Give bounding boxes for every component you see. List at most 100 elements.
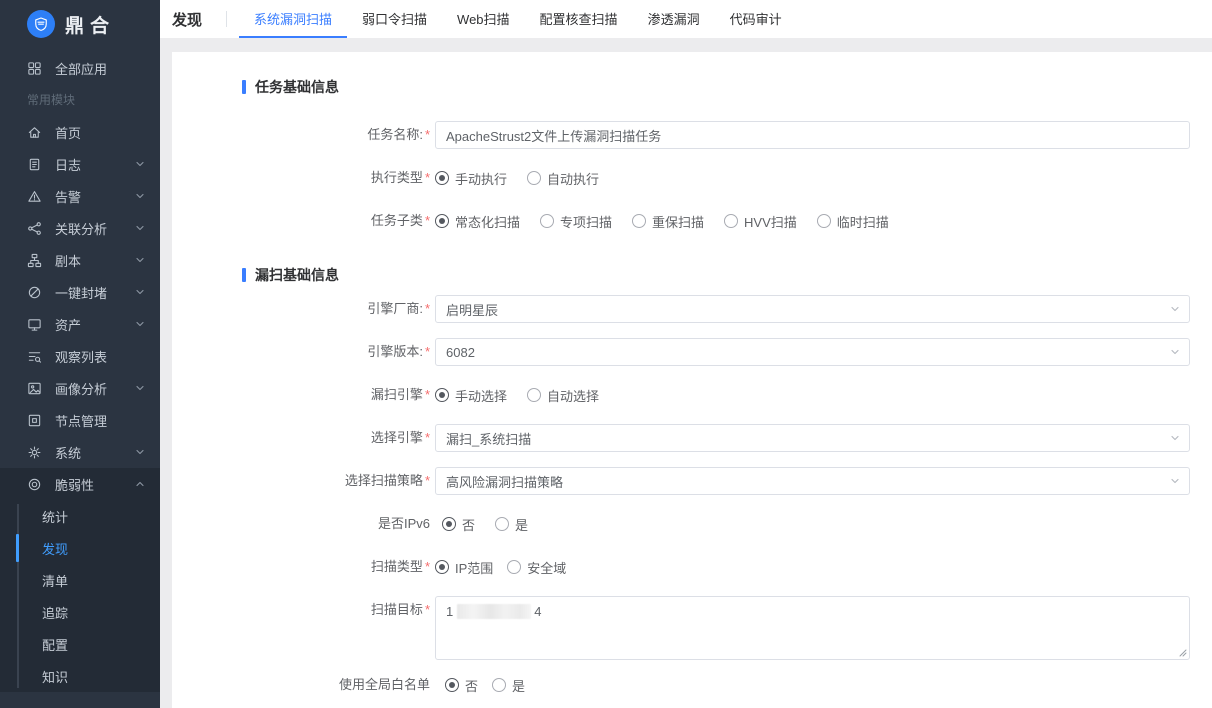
sidebar-item-inventory[interactable]: 清单	[0, 564, 160, 596]
required-asterisk: *	[425, 213, 430, 228]
field-label: 选择引擎*	[172, 424, 430, 452]
sidebar-item-alerts[interactable]: 告警	[0, 180, 160, 212]
sidebar-item-label: 脆弱性	[55, 475, 134, 494]
chevron-down-icon	[134, 382, 146, 394]
main-content: 任务基础信息 任务名称:* 执行类型* 手动执行 自动执行 任务子类* 常态化扫…	[160, 38, 1212, 708]
sidebar-item-node-management[interactable]: 节点管理	[0, 404, 160, 436]
section-task-basic-info: 任务基础信息	[242, 52, 1212, 97]
radio-hvv-scan[interactable]: HVV扫描	[724, 212, 797, 231]
block-icon	[27, 285, 42, 300]
row-task-name: 任务名称:*	[172, 121, 1212, 149]
tab-code-audit[interactable]: 代码审计	[715, 0, 797, 38]
radio-unselected-icon	[724, 214, 738, 228]
chevron-down-icon	[134, 318, 146, 330]
task-name-input[interactable]	[435, 121, 1190, 149]
required-asterisk: *	[425, 602, 430, 617]
radio-auto-exec[interactable]: 自动执行	[527, 169, 599, 188]
sidebar: 鼎合 全部应用 常用模块 首页 日志	[0, 0, 160, 708]
tab-bar: 系统漏洞扫描 弱口令扫描 Web扫描 配置核查扫描 渗透漏洞 代码审计	[239, 0, 797, 38]
resize-handle-icon[interactable]	[1177, 647, 1187, 657]
field-label: 引擎版本:*	[172, 338, 430, 366]
sub-item-label: 发现	[42, 539, 68, 558]
scan-target-suffix: 4	[534, 604, 541, 619]
select-value: 启明星辰	[446, 300, 498, 319]
radio-unselected-icon	[495, 517, 509, 531]
radio-temporary-scan[interactable]: 临时扫描	[817, 212, 889, 231]
sidebar-item-system[interactable]: 系统	[0, 436, 160, 468]
row-scan-target: 扫描目标* 14	[172, 596, 1212, 660]
radio-ipv6-yes[interactable]: 是	[495, 515, 528, 534]
sidebar-item-assets[interactable]: 资产	[0, 308, 160, 340]
sidebar-item-statistics[interactable]: 统计	[0, 500, 160, 532]
sidebar-item-label: 全部应用	[55, 59, 146, 78]
correlation-icon	[27, 221, 42, 236]
radio-whitelist-no[interactable]: 否	[445, 676, 478, 695]
sidebar-item-watchlist[interactable]: 观察列表	[0, 340, 160, 372]
select-value: 6082	[446, 345, 475, 360]
sidebar-item-configuration[interactable]: 配置	[0, 628, 160, 660]
sidebar-item-portrait-analysis[interactable]: 画像分析	[0, 372, 160, 404]
sidebar-item-vulnerability[interactable]: 脆弱性	[0, 468, 160, 500]
sidebar-item-label: 系统	[55, 443, 134, 462]
sidebar-item-one-click-block[interactable]: 一键封堵	[0, 276, 160, 308]
active-indicator	[16, 534, 19, 562]
sidebar-item-label: 首页	[55, 123, 146, 142]
row-engine-vendor: 引擎厂商:* 启明星辰	[172, 295, 1212, 323]
required-asterisk: *	[425, 344, 430, 359]
sidebar-item-home[interactable]: 首页	[0, 116, 160, 148]
radio-security-zone[interactable]: 安全域	[507, 558, 566, 577]
log-icon	[27, 157, 42, 172]
title-divider	[226, 11, 227, 27]
radio-unselected-icon	[507, 560, 521, 574]
radio-manual-select[interactable]: 手动选择	[435, 386, 507, 405]
radio-key-protection-scan[interactable]: 重保扫描	[632, 212, 704, 231]
scan-policy-select[interactable]: 高风险漏洞扫描策略	[435, 467, 1190, 495]
radio-selected-icon	[445, 678, 459, 692]
chevron-down-icon	[1169, 346, 1181, 358]
sidebar-item-knowledge[interactable]: 知识	[0, 660, 160, 692]
sidebar-item-logs[interactable]: 日志	[0, 148, 160, 180]
vulnerability-submenu: 统计 发现 清单 追踪 配置 知识	[0, 500, 160, 692]
sidebar-item-playbook[interactable]: 剧本	[0, 244, 160, 276]
chevron-down-icon	[134, 254, 146, 266]
watchlist-icon	[27, 349, 42, 364]
radio-whitelist-yes[interactable]: 是	[492, 676, 525, 695]
radio-ipv6-no[interactable]: 否	[442, 515, 475, 534]
radio-selected-icon	[435, 388, 449, 402]
sidebar-item-tracking[interactable]: 追踪	[0, 596, 160, 628]
sidebar-item-label: 一键封堵	[55, 283, 134, 302]
required-asterisk: *	[425, 430, 430, 445]
tab-web-scan[interactable]: Web扫描	[442, 0, 525, 38]
tab-config-check-scan[interactable]: 配置核查扫描	[525, 0, 633, 38]
chevron-up-icon	[134, 478, 146, 490]
radio-ip-range[interactable]: IP范围	[435, 558, 493, 577]
radio-selected-icon	[435, 560, 449, 574]
field-label: 任务名称:*	[172, 121, 430, 149]
brand-name: 鼎合	[65, 11, 115, 38]
radio-special-scan[interactable]: 专项扫描	[540, 212, 612, 231]
field-label: 扫描目标*	[172, 596, 430, 624]
field-label: 使用全局白名单	[172, 671, 430, 699]
chevron-down-icon	[1169, 432, 1181, 444]
engine-vendor-select[interactable]: 启明星辰	[435, 295, 1190, 323]
tab-penetration-vuln[interactable]: 渗透漏洞	[633, 0, 715, 38]
sidebar-item-label: 关联分析	[55, 219, 134, 238]
required-asterisk: *	[425, 387, 430, 402]
sidebar-item-label: 日志	[55, 155, 134, 174]
radio-normalized-scan[interactable]: 常态化扫描	[435, 212, 520, 231]
engine-select-dropdown[interactable]: 漏扫_系统扫描	[435, 424, 1190, 452]
sidebar-item-correlation[interactable]: 关联分析	[0, 212, 160, 244]
section-title: 任务基础信息	[255, 77, 339, 97]
tab-system-vuln-scan[interactable]: 系统漏洞扫描	[239, 0, 347, 38]
radio-selected-icon	[435, 171, 449, 185]
sidebar-item-discovery[interactable]: 发现	[0, 532, 160, 564]
engine-version-select[interactable]: 6082	[435, 338, 1190, 366]
sidebar-item-all-apps[interactable]: 全部应用	[0, 52, 160, 84]
scan-target-textarea[interactable]: 14	[435, 596, 1190, 660]
radio-auto-select[interactable]: 自动选择	[527, 386, 599, 405]
tab-weak-password-scan[interactable]: 弱口令扫描	[347, 0, 442, 38]
section-vuln-scan-basic-info: 漏扫基础信息	[242, 265, 1212, 285]
row-engine-version: 引擎版本:* 6082	[172, 338, 1212, 366]
radio-manual-exec[interactable]: 手动执行	[435, 169, 507, 188]
asset-icon	[27, 317, 42, 332]
